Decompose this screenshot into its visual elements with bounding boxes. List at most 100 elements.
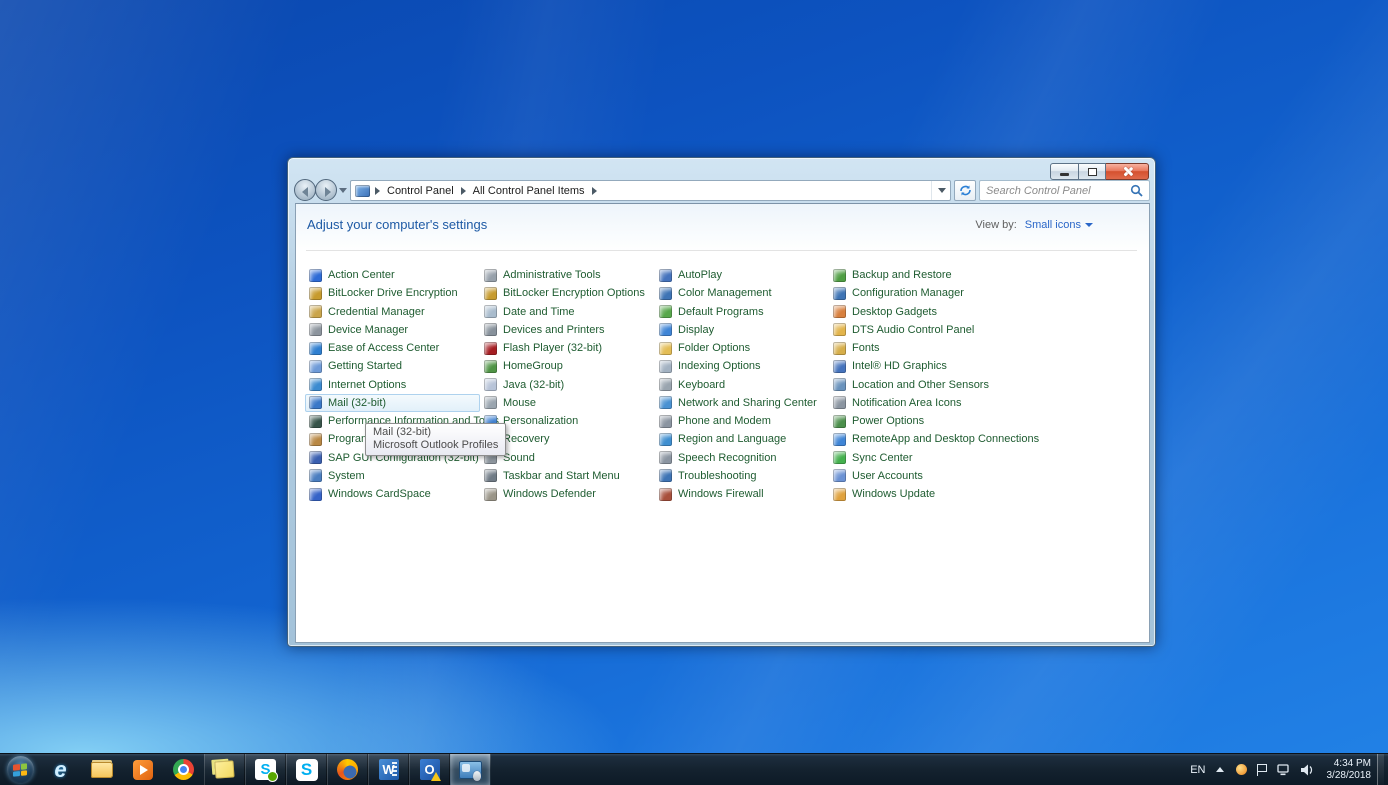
- control-panel-taskbar-icon-glyph: [459, 761, 482, 779]
- control-panel-item[interactable]: Intel® HD Graphics: [829, 357, 1004, 375]
- windows-explorer-icon-glyph: [91, 762, 113, 778]
- control-panel-item[interactable]: BitLocker Encryption Options: [480, 284, 655, 302]
- control-panel-taskbar-icon[interactable]: [450, 754, 491, 785]
- control-panel-item[interactable]: Internet Options: [305, 376, 480, 394]
- start-button[interactable]: [0, 754, 40, 785]
- control-panel-item[interactable]: Default Programs: [655, 303, 829, 321]
- desktop-gadgets-icon: [833, 305, 846, 318]
- item-label: BitLocker Encryption Options: [503, 287, 645, 299]
- control-panel-item[interactable]: Configuration Manager: [829, 284, 1004, 302]
- media-player-icon[interactable]: [122, 754, 163, 785]
- control-panel-item[interactable]: Keyboard: [655, 376, 829, 394]
- control-panel-item[interactable]: Windows Firewall: [655, 485, 829, 503]
- control-panel-item[interactable]: Color Management: [655, 284, 829, 302]
- volume-tray-icon[interactable]: [1301, 764, 1315, 776]
- network-tray-icon[interactable]: [1277, 764, 1291, 776]
- control-panel-item[interactable]: Ease of Access Center: [305, 339, 480, 357]
- control-panel-item[interactable]: DTS Audio Control Panel: [829, 321, 1004, 339]
- devices-printers-icon: [484, 323, 497, 336]
- language-indicator[interactable]: EN: [1190, 764, 1205, 776]
- control-panel-item[interactable]: Flash Player (32-bit): [480, 339, 655, 357]
- control-panel-item[interactable]: RemoteApp and Desktop Connections: [829, 430, 1004, 448]
- sticky-notes-icon[interactable]: [204, 754, 245, 785]
- control-panel-item[interactable]: Personalization: [480, 412, 655, 430]
- minimize-button[interactable]: [1050, 163, 1079, 180]
- item-label: Devices and Printers: [503, 324, 605, 336]
- windows-explorer-icon[interactable]: [81, 754, 122, 785]
- mail-icon: [309, 396, 322, 409]
- item-label: System: [328, 470, 365, 482]
- control-panel-item[interactable]: Troubleshooting: [655, 467, 829, 485]
- item-label: Getting Started: [328, 360, 402, 372]
- tray-date: 3/28/2018: [1327, 770, 1372, 782]
- control-panel-item[interactable]: Mail (32-bit): [305, 394, 480, 412]
- control-panel-item[interactable]: Backup and Restore: [829, 266, 1004, 284]
- show-desktop-button[interactable]: [1377, 754, 1384, 785]
- control-panel-item[interactable]: Java (32-bit): [480, 376, 655, 394]
- breadcrumb-all-items[interactable]: All Control Panel Items: [473, 185, 585, 197]
- control-panel-item[interactable]: AutoPlay: [655, 266, 829, 284]
- control-panel-item[interactable]: Network and Sharing Center: [655, 394, 829, 412]
- address-dropdown-button[interactable]: [931, 181, 946, 200]
- control-panel-item[interactable]: Desktop Gadgets: [829, 303, 1004, 321]
- control-panel-item[interactable]: Folder Options: [655, 339, 829, 357]
- close-button[interactable]: [1106, 163, 1149, 180]
- control-panel-item[interactable]: HomeGroup: [480, 357, 655, 375]
- breadcrumb-control-panel[interactable]: Control Panel: [387, 185, 454, 197]
- control-panel-item[interactable]: Notification Area Icons: [829, 394, 1004, 412]
- search-box[interactable]: Search Control Panel: [979, 180, 1150, 201]
- skype-icon[interactable]: S: [286, 754, 327, 785]
- internet-explorer-icon[interactable]: e: [40, 754, 81, 785]
- chrome-icon[interactable]: [163, 754, 204, 785]
- view-mode-link[interactable]: Small icons: [1025, 219, 1081, 231]
- content-area: Adjust your computer's settings View by:…: [295, 203, 1150, 643]
- item-label: Configuration Manager: [852, 287, 964, 299]
- control-panel-item[interactable]: Power Options: [829, 412, 1004, 430]
- search-icon[interactable]: [1130, 184, 1143, 197]
- control-panel-item[interactable]: User Accounts: [829, 467, 1004, 485]
- control-panel-item[interactable]: Device Manager: [305, 321, 480, 339]
- power-options-icon: [833, 415, 846, 428]
- control-panel-item[interactable]: Windows Update: [829, 485, 1004, 503]
- control-panel-item[interactable]: Windows Defender: [480, 485, 655, 503]
- control-panel-item[interactable]: Getting Started: [305, 357, 480, 375]
- refresh-button[interactable]: [954, 180, 976, 201]
- control-panel-item[interactable]: Region and Language: [655, 430, 829, 448]
- control-panel-item[interactable]: Action Center: [305, 266, 480, 284]
- control-panel-item[interactable]: Display: [655, 321, 829, 339]
- back-button[interactable]: [294, 179, 316, 201]
- user-accounts-icon: [833, 469, 846, 482]
- control-panel-item[interactable]: Recovery: [480, 430, 655, 448]
- control-panel-item[interactable]: Devices and Printers: [480, 321, 655, 339]
- control-panel-item[interactable]: Mouse: [480, 394, 655, 412]
- control-panel-item[interactable]: Windows CardSpace: [305, 485, 480, 503]
- history-dropdown-icon[interactable]: [339, 188, 347, 193]
- control-panel-item[interactable]: Speech Recognition: [655, 449, 829, 467]
- control-panel-item[interactable]: BitLocker Drive Encryption: [305, 284, 480, 302]
- weather-tray-icon[interactable]: [1236, 764, 1247, 775]
- chevron-down-icon[interactable]: [1085, 223, 1093, 227]
- skype-for-business-icon[interactable]: S: [245, 754, 286, 785]
- action-center-flag-icon[interactable]: [1257, 764, 1267, 776]
- control-panel-item[interactable]: System: [305, 467, 480, 485]
- control-panel-item[interactable]: Credential Manager: [305, 303, 480, 321]
- control-panel-item[interactable]: Sound: [480, 449, 655, 467]
- control-panel-item[interactable]: Date and Time: [480, 303, 655, 321]
- page-title: Adjust your computer's settings: [307, 217, 487, 232]
- outlook-icon[interactable]: O: [409, 754, 450, 785]
- forward-button[interactable]: [315, 179, 337, 201]
- restore-button[interactable]: [1079, 163, 1106, 180]
- control-panel-item[interactable]: Administrative Tools: [480, 266, 655, 284]
- control-panel-item[interactable]: Taskbar and Start Menu: [480, 467, 655, 485]
- control-panel-item[interactable]: Location and Other Sensors: [829, 376, 1004, 394]
- show-hidden-icons-icon[interactable]: [1216, 767, 1224, 772]
- word-icon[interactable]: W: [368, 754, 409, 785]
- item-label: DTS Audio Control Panel: [852, 324, 974, 336]
- control-panel-item[interactable]: Phone and Modem: [655, 412, 829, 430]
- clock[interactable]: 4:34 PM 3/28/2018: [1327, 758, 1372, 782]
- firefox-icon[interactable]: [327, 754, 368, 785]
- control-panel-item[interactable]: Indexing Options: [655, 357, 829, 375]
- control-panel-item[interactable]: Sync Center: [829, 449, 1004, 467]
- control-panel-item[interactable]: Fonts: [829, 339, 1004, 357]
- address-bar[interactable]: Control Panel All Control Panel Items: [350, 180, 951, 201]
